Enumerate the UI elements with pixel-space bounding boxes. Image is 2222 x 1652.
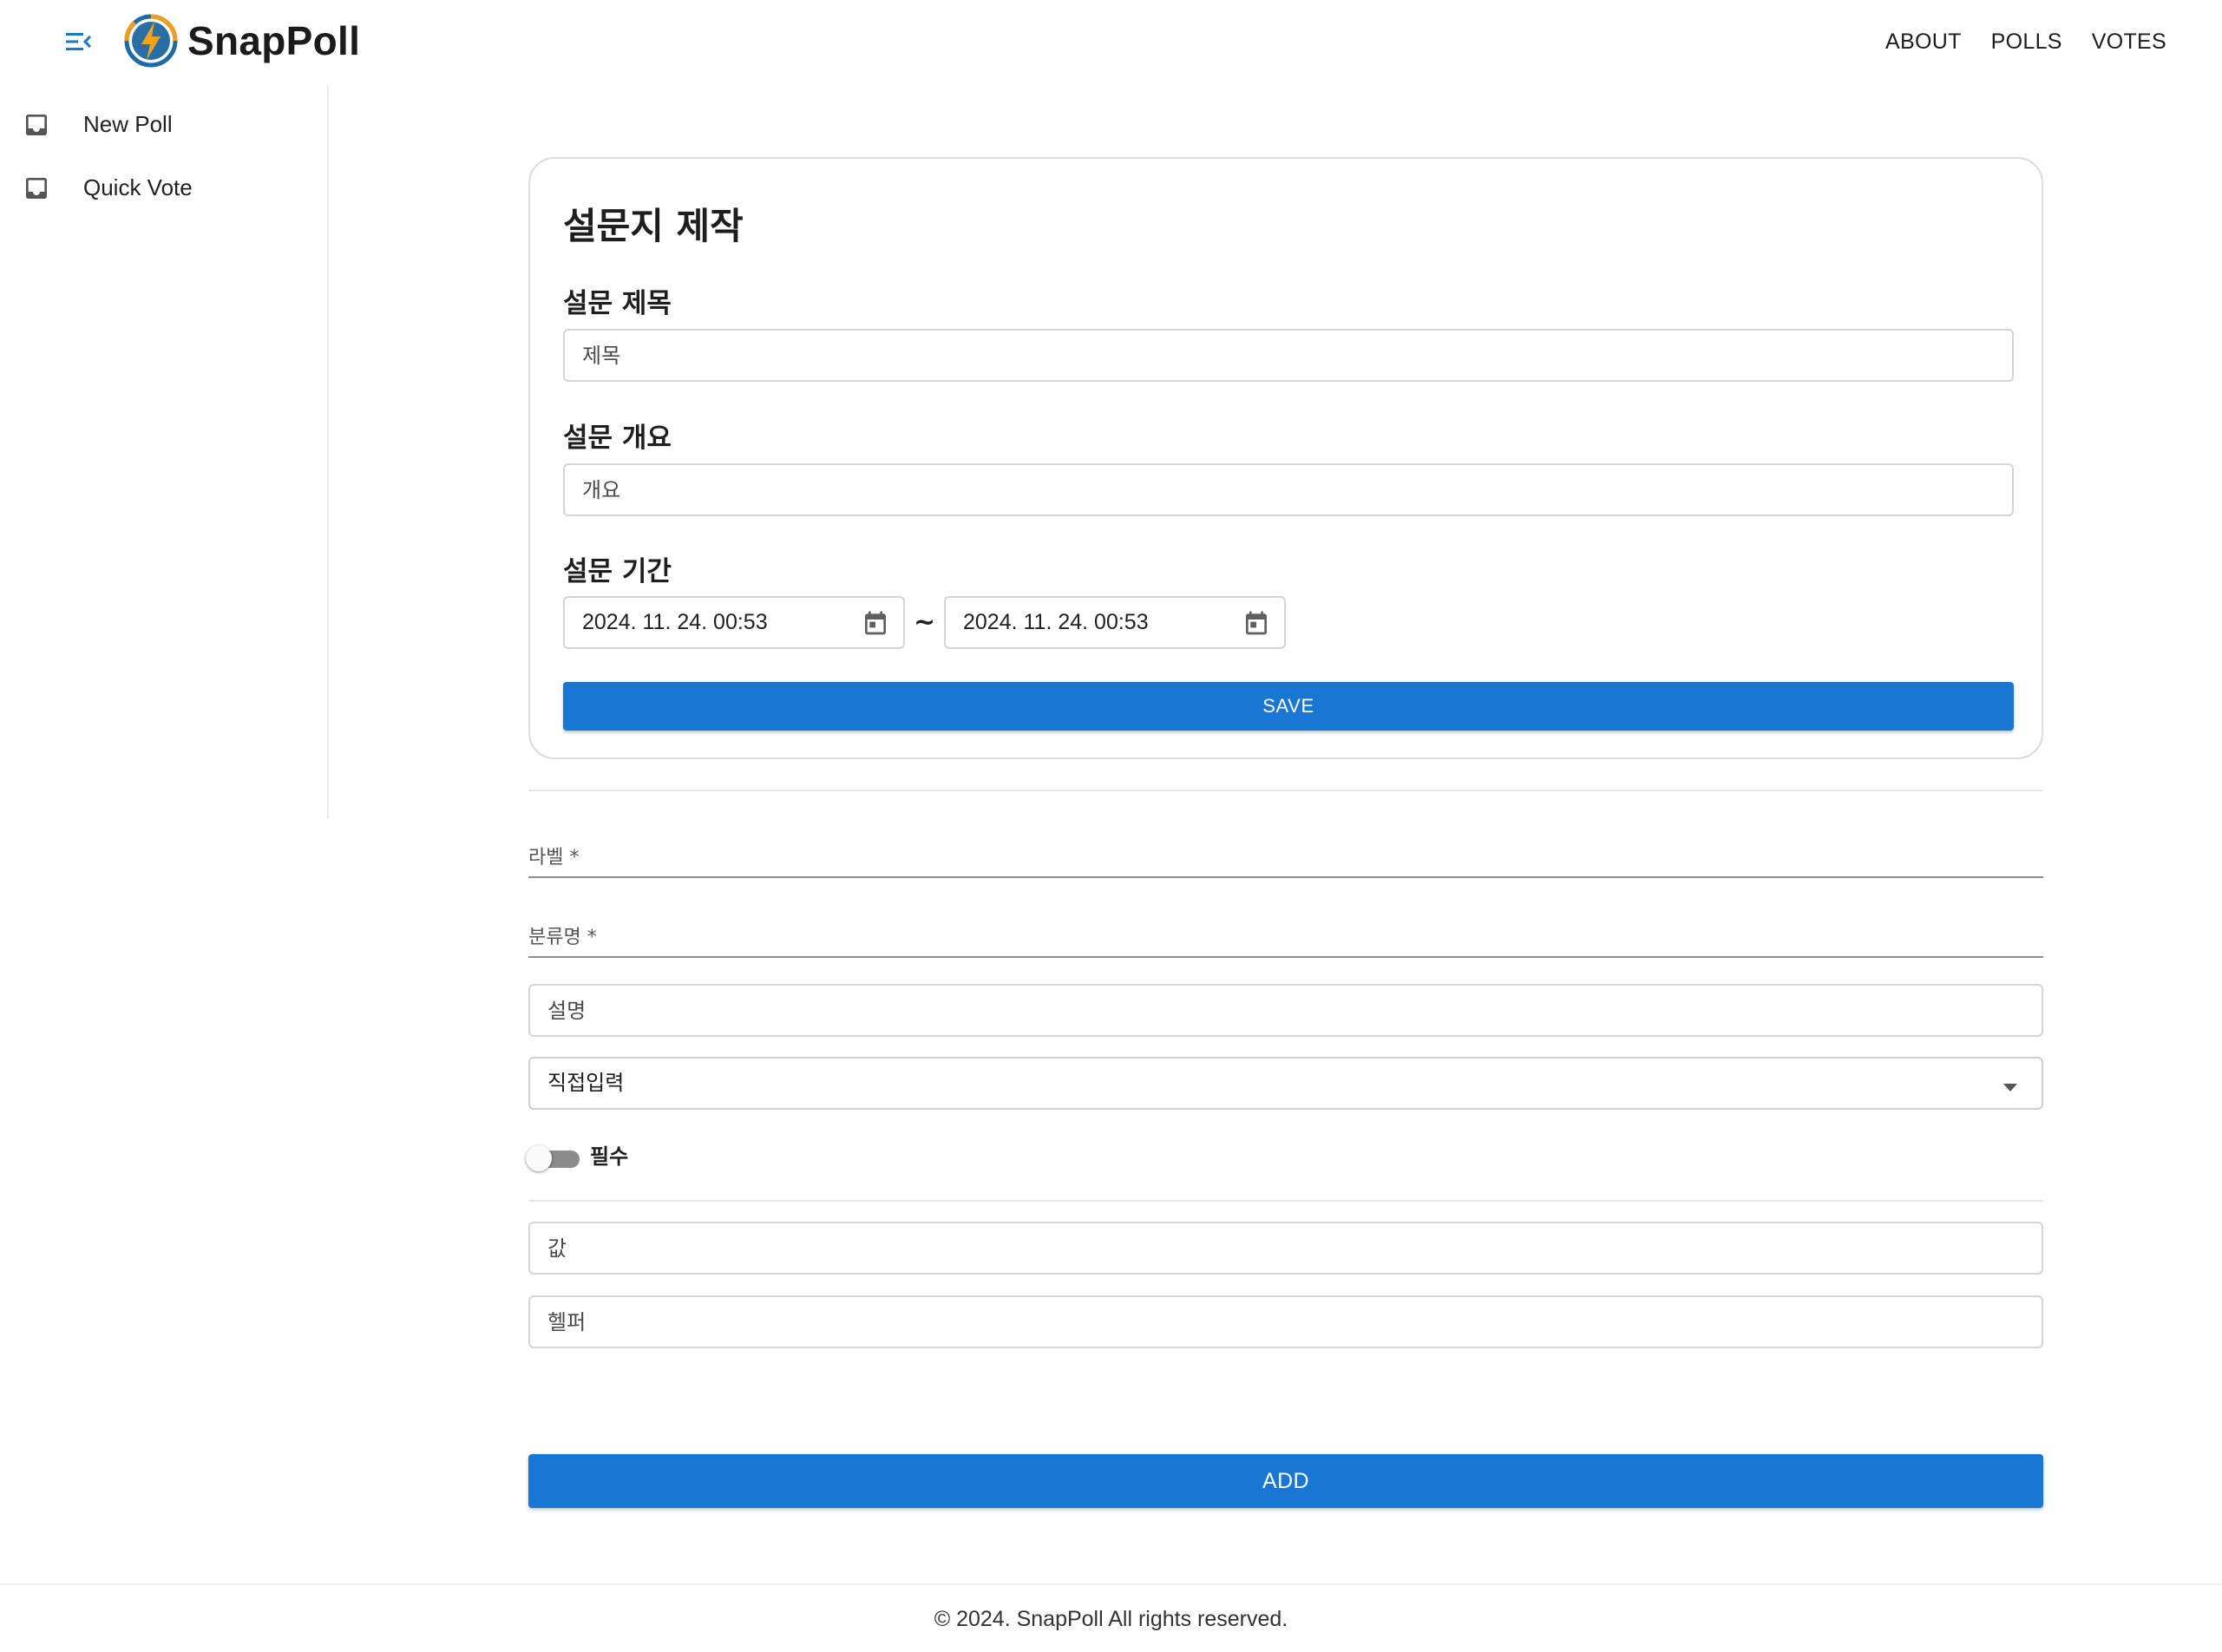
value-input[interactable] <box>528 1222 2043 1275</box>
sidebar-item-label: Quick Vote <box>83 174 193 200</box>
category-field[interactable]: 분류명 * <box>528 918 2043 958</box>
add-button[interactable]: ADD <box>528 1454 2043 1508</box>
end-date-input[interactable]: 2024. 11. 24. 00:53 <box>944 596 1286 649</box>
label-field-label: 라벨 * <box>528 847 580 869</box>
nav-about[interactable]: ABOUT <box>1885 23 1962 61</box>
start-date-input[interactable]: 2024. 11. 24. 00:53 <box>563 596 905 649</box>
sidebar-item-quick-vote[interactable]: Quick Vote <box>0 157 326 218</box>
poll-create-card: 설문지 제작 설문 제목 설문 개요 설문 기간 2024. 11. 24. 0… <box>528 157 2043 759</box>
start-date-value: 2024. 11. 24. 00:53 <box>582 610 768 634</box>
required-toggle[interactable] <box>526 1142 580 1173</box>
category-field-label: 분류명 * <box>528 927 597 948</box>
helper-input[interactable] <box>528 1295 2043 1348</box>
inbox-icon <box>23 174 50 202</box>
footer-copyright: © 2024. SnapPoll All rights reserved. <box>934 1607 1288 1631</box>
brand-name[interactable]: SnapPoll <box>187 14 360 68</box>
overview-label: 설문 개요 <box>563 423 672 454</box>
sidebar: New Poll Quick Vote <box>0 85 329 818</box>
dropdown-arrow-icon <box>2003 1079 2017 1092</box>
nav-polls[interactable]: POLLS <box>1991 23 2062 61</box>
save-button[interactable]: SAVE <box>563 682 2014 731</box>
sidebar-item-label: New Poll <box>83 111 173 137</box>
inbox-icon <box>23 111 50 139</box>
top-navigation: ABOUT POLLS VOTES <box>1885 23 2166 61</box>
calendar-icon[interactable] <box>1242 609 1270 637</box>
menu-collapse-icon[interactable] <box>59 26 99 57</box>
date-separator: ~ <box>914 607 936 638</box>
end-date-value: 2024. 11. 24. 00:53 <box>963 610 1149 634</box>
bolt-logo-icon[interactable] <box>124 14 178 68</box>
sidebar-item-new-poll[interactable]: New Poll <box>0 94 326 154</box>
input-type-select[interactable]: 직접입력 <box>528 1057 2043 1110</box>
calendar-icon[interactable] <box>862 609 889 637</box>
subject-input[interactable] <box>563 329 2014 382</box>
required-label: 필수 <box>590 1144 629 1169</box>
description-input[interactable] <box>528 984 2043 1037</box>
overview-input[interactable] <box>563 463 2014 516</box>
subject-label: 설문 제목 <box>563 288 672 319</box>
section-divider <box>528 790 2043 791</box>
nav-votes[interactable]: VOTES <box>2092 23 2166 61</box>
input-type-value: 직접입력 <box>547 1071 625 1095</box>
section-divider <box>528 1200 2043 1202</box>
page-title: 설문지 제작 <box>563 205 744 247</box>
footer-divider <box>0 1583 2222 1585</box>
toggle-thumb <box>526 1145 552 1171</box>
period-label: 설문 기간 <box>563 556 672 587</box>
label-field[interactable]: 라벨 * <box>528 838 2043 878</box>
app-header: SnapPoll ABOUT POLLS VOTES <box>0 0 2222 85</box>
